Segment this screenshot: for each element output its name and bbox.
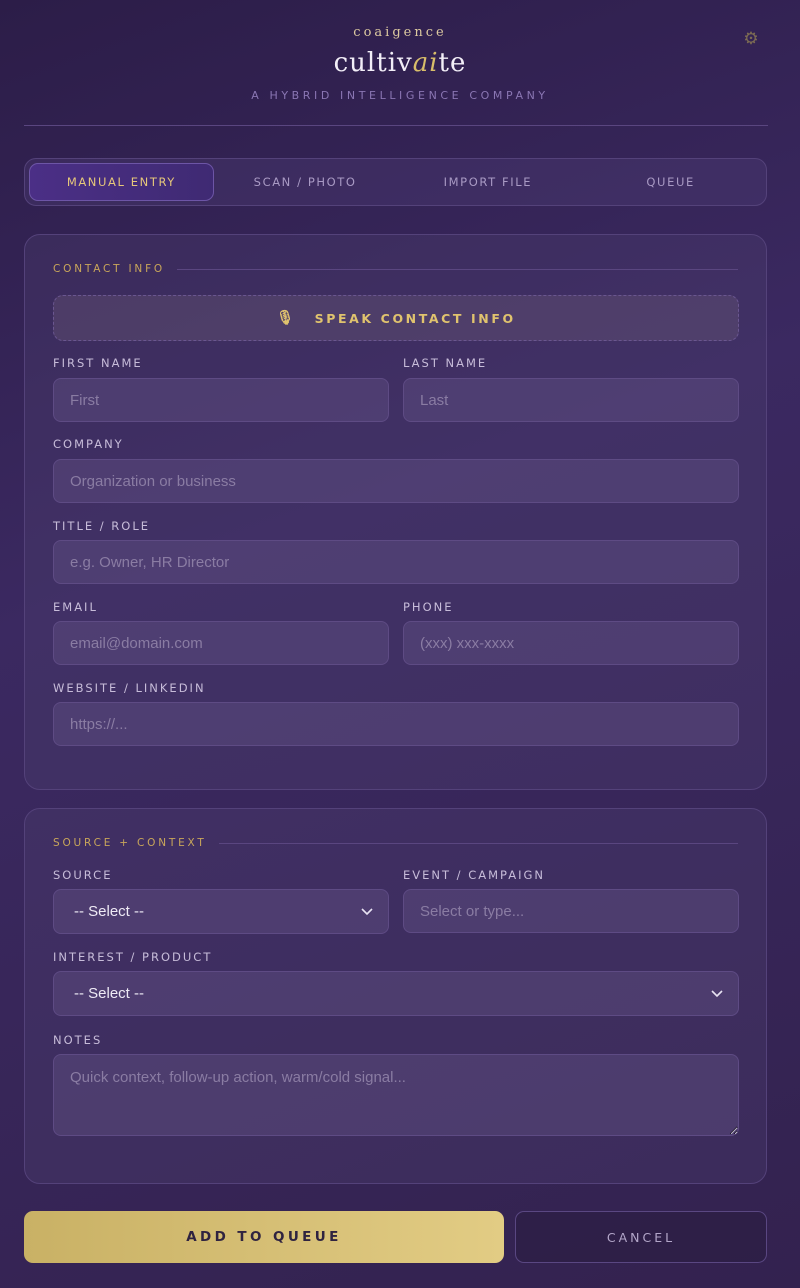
phone-field[interactable] [403, 621, 739, 665]
section-divider [218, 842, 738, 844]
event-campaign-field[interactable] [403, 889, 739, 933]
app-header: coaigence cultivaite A HYBRID INTELLIGEN… [0, 0, 800, 126]
interest-product-select[interactable]: -- Select -- [53, 971, 739, 1016]
email-field[interactable] [53, 621, 389, 665]
chevron-down-icon [711, 990, 723, 998]
tab-import-file[interactable]: IMPORT FILE [397, 163, 580, 201]
tab-scan-photo[interactable]: SCAN / PHOTO [214, 163, 397, 201]
microphone-icon: 🎙 [276, 310, 297, 326]
company-field[interactable] [53, 459, 739, 503]
interest-product-label: INTEREST / PRODUCT [53, 950, 213, 964]
source-context-heading: SOURCE + CONTEXT [53, 837, 207, 849]
title-role-label: TITLE / ROLE [53, 519, 151, 533]
brand-parent-name: coaigence [353, 25, 447, 40]
brand-logo: cultivaite [0, 48, 800, 78]
notes-textarea[interactable] [53, 1054, 739, 1136]
contact-info-card: CONTACT INFO 🎙 SPEAK CONTACT INFO FIRST … [24, 234, 767, 790]
source-context-card: SOURCE + CONTEXT SOURCE -- Select -- EVE… [24, 808, 767, 1184]
first-name-label: FIRST NAME [53, 356, 143, 370]
gear-icon[interactable]: ⚙ [742, 30, 760, 48]
source-label: SOURCE [53, 868, 113, 882]
phone-label: PHONE [403, 600, 454, 614]
tab-queue[interactable]: QUEUE [579, 163, 762, 201]
notes-label: NOTES [53, 1033, 103, 1047]
first-name-field[interactable] [53, 378, 389, 422]
title-role-field[interactable] [53, 540, 739, 584]
cancel-button[interactable]: CANCEL [515, 1211, 767, 1263]
brand-logo-suffix: te [438, 48, 467, 78]
tab-manual-entry[interactable]: MANUAL ENTRY [29, 163, 214, 201]
chevron-down-icon [361, 908, 373, 916]
brand-logo-accent: ai [412, 48, 439, 78]
add-to-queue-button[interactable]: ADD TO QUEUE [24, 1211, 504, 1263]
source-select-value: -- Select -- [74, 903, 145, 920]
event-campaign-label: EVENT / CAMPAIGN [403, 868, 546, 882]
section-divider [177, 268, 738, 270]
interest-product-select-value: -- Select -- [74, 985, 145, 1002]
company-label: COMPANY [53, 437, 124, 451]
last-name-field[interactable] [403, 378, 739, 422]
header-divider [24, 125, 768, 126]
contact-info-heading: CONTACT INFO [53, 263, 165, 275]
contact-info-section-title: CONTACT INFO [53, 263, 738, 275]
speak-contact-info-button[interactable]: 🎙 SPEAK CONTACT INFO [53, 295, 739, 341]
source-select[interactable]: -- Select -- [53, 889, 389, 934]
brand-logo-prefix: cultiv [333, 48, 413, 78]
source-context-section-title: SOURCE + CONTEXT [53, 837, 738, 849]
email-label: EMAIL [53, 600, 98, 614]
website-label: WEBSITE / LINKEDIN [53, 681, 206, 695]
mode-tabs: MANUAL ENTRY SCAN / PHOTO IMPORT FILE QU… [24, 158, 767, 206]
speak-contact-info-label: SPEAK CONTACT INFO [314, 310, 516, 326]
last-name-label: LAST NAME [403, 356, 488, 370]
brand-tagline: A HYBRID INTELLIGENCE COMPANY [251, 89, 549, 102]
website-field[interactable] [53, 702, 739, 746]
